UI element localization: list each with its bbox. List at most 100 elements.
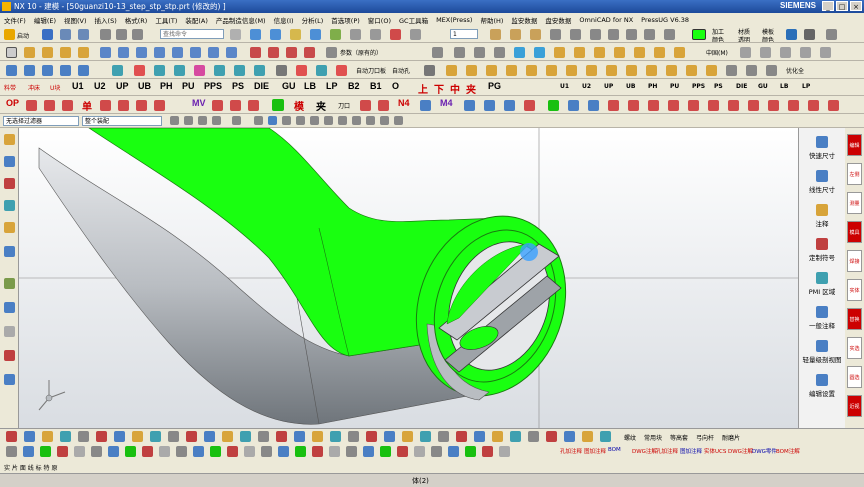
tool18-icon[interactable] [316, 65, 327, 76]
menu-item-3[interactable]: 插入(S) [95, 15, 117, 25]
feature-icon-30[interactable] [546, 431, 557, 442]
feature-icon-12[interactable] [222, 431, 233, 442]
sync-icon[interactable] [250, 47, 261, 58]
mold6-icon[interactable] [654, 47, 665, 58]
tool20-icon[interactable] [424, 65, 435, 76]
edit-icon-15[interactable] [261, 446, 272, 457]
annotation-button-1[interactable]: 图加注释 [584, 447, 606, 455]
op2-icon[interactable] [44, 100, 55, 111]
op-icon[interactable] [26, 100, 37, 111]
revolve-icon[interactable] [118, 47, 129, 58]
op28-icon[interactable] [748, 100, 759, 111]
feature-icon-2[interactable] [42, 431, 53, 442]
position-button-0[interactable]: 上 [418, 81, 428, 95]
maximize-button[interactable]: □ [836, 1, 848, 11]
sel-icon5[interactable] [232, 116, 241, 125]
op10-icon[interactable] [248, 100, 259, 111]
opt4-icon[interactable] [800, 47, 811, 58]
paste-icon[interactable] [132, 29, 143, 40]
code-mini-up[interactable]: UP [604, 83, 613, 90]
face2-icon[interactable] [534, 47, 545, 58]
layer-icon[interactable] [410, 29, 421, 40]
pmi-item-0[interactable]: 快速尺寸 [799, 136, 845, 160]
gear-icon[interactable] [4, 134, 15, 145]
code-mini-ub[interactable]: UB [626, 83, 635, 90]
spline-icon[interactable] [78, 47, 89, 58]
constraint-navigator-icon[interactable] [4, 200, 15, 211]
strip-button-5[interactable]: 实体 [847, 279, 862, 301]
tool30-icon[interactable] [626, 65, 637, 76]
feature-icon-26[interactable] [474, 431, 485, 442]
op17-icon[interactable] [524, 100, 535, 111]
face-icon[interactable] [514, 47, 525, 58]
feature-icon-17[interactable] [312, 431, 323, 442]
feature-icon-32[interactable] [582, 431, 593, 442]
center-label[interactable]: 中国(M) [706, 48, 728, 57]
op14-icon[interactable] [464, 100, 475, 111]
sel-icon12[interactable] [338, 116, 347, 125]
edit-icon-27[interactable] [465, 446, 476, 457]
edit-icon-28[interactable] [482, 446, 493, 457]
edit-icon-1[interactable] [23, 446, 34, 457]
menu-item-5[interactable]: 工具(T) [155, 15, 177, 25]
feature-icon-14[interactable] [258, 431, 269, 442]
orient-icon[interactable] [310, 29, 321, 40]
strip-button-8[interactable]: 圆选 [847, 366, 862, 388]
op20-icon[interactable] [588, 100, 599, 111]
tool26-icon[interactable] [546, 65, 557, 76]
edit-icon-8[interactable] [142, 446, 153, 457]
code-mini-u2[interactable]: U2 [582, 83, 591, 90]
mold5-icon[interactable] [634, 47, 645, 58]
strip-button-1[interactable]: 左侧 [847, 163, 862, 185]
wcs2-icon[interactable] [474, 47, 485, 58]
shade-icon[interactable] [786, 29, 797, 40]
menu-item-14[interactable]: 帮助(H) [480, 15, 503, 25]
extra-resource-icon[interactable] [4, 374, 15, 385]
menu-item-4[interactable]: 格式(R) [125, 15, 148, 25]
analyze-icon[interactable] [590, 29, 601, 40]
save-icon[interactable] [42, 29, 53, 40]
trim-icon[interactable] [136, 47, 147, 58]
analyze4-icon[interactable] [644, 29, 655, 40]
edit-icon-2[interactable] [40, 446, 51, 457]
sel-icon3[interactable] [198, 116, 207, 125]
annotation-button-0[interactable]: 孔加注释 [560, 447, 582, 455]
part-navigator-icon[interactable] [4, 156, 15, 167]
tool33-icon[interactable] [686, 65, 697, 76]
clear-param-icon[interactable] [432, 47, 443, 58]
op12-icon[interactable] [378, 100, 389, 111]
sel-icon7[interactable] [268, 116, 277, 125]
pmi-item-5[interactable]: 一般注释 [799, 306, 845, 330]
edit-icon-13[interactable] [227, 446, 238, 457]
tool7-icon[interactable] [78, 65, 89, 76]
pmi-item-3[interactable]: 定制符号 [799, 238, 845, 262]
menu-item-9[interactable]: 分析(L) [302, 15, 324, 25]
code-mini-ps[interactable]: PS [714, 83, 723, 90]
code-button-lp[interactable]: LP [326, 81, 338, 91]
annotation-button-8[interactable]: DWG零件 [752, 447, 777, 455]
annotation-button-5[interactable]: 图加注释 [680, 447, 702, 455]
feature-icon-21[interactable] [384, 431, 395, 442]
position-button-1[interactable]: 下 [434, 81, 444, 95]
sel-icon14[interactable] [366, 116, 375, 125]
annotation-button-4[interactable]: 孔加注释 [656, 447, 678, 455]
op21-icon[interactable] [608, 100, 619, 111]
edit-icon-19[interactable] [329, 446, 340, 457]
selection-type-label[interactable]: 实 片 面 线 标 特 原 [4, 463, 57, 472]
strip-button-3[interactable]: 模具 [847, 221, 862, 243]
reuse-library-icon[interactable] [4, 222, 15, 233]
edit-icon-17[interactable] [295, 446, 306, 457]
code-mini-pps[interactable]: PPS [692, 83, 705, 90]
tool15-icon[interactable] [254, 65, 265, 76]
mold3-icon[interactable] [594, 47, 605, 58]
edit-icon-7[interactable] [125, 446, 136, 457]
menu-item-2[interactable]: 视图(V) [64, 15, 87, 25]
menu-item-13[interactable]: MEX(Press) [436, 16, 472, 24]
optimize-label[interactable]: 优化全 [786, 66, 804, 75]
copy-icon[interactable] [116, 29, 127, 40]
tool11-icon[interactable] [174, 65, 185, 76]
bottom-label-1[interactable]: 常用块 [644, 433, 662, 442]
strip-button-0[interactable]: 编辑 [847, 134, 862, 156]
mold7-icon[interactable] [674, 47, 685, 58]
op13-icon[interactable] [420, 100, 431, 111]
